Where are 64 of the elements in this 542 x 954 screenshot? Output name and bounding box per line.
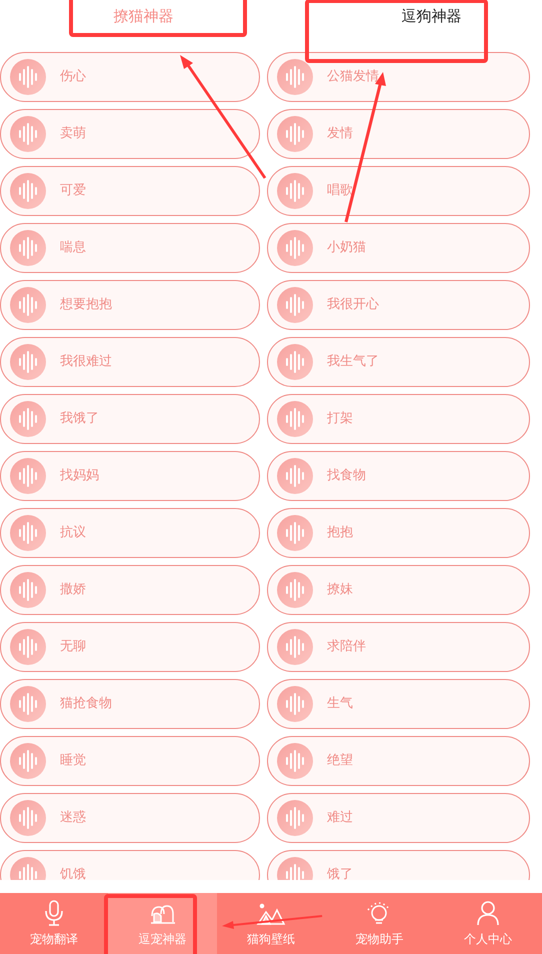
sound-wave-icon bbox=[277, 629, 313, 665]
mountain-icon bbox=[256, 902, 286, 926]
sound-button[interactable]: 撒娇 bbox=[0, 565, 260, 615]
sound-button[interactable]: 打架 bbox=[267, 394, 530, 444]
sound-wave-icon bbox=[277, 230, 313, 266]
sound-button[interactable]: 饥饿 bbox=[0, 850, 260, 880]
sound-button[interactable]: 难过 bbox=[267, 793, 530, 843]
sound-button[interactable]: 发情 bbox=[267, 109, 530, 159]
sound-button[interactable]: 找食物 bbox=[267, 451, 530, 501]
sound-button[interactable]: 喘息 bbox=[0, 223, 260, 273]
sound-wave-icon bbox=[277, 515, 313, 551]
sound-button[interactable]: 撩妹 bbox=[267, 565, 530, 615]
sound-button[interactable]: 伤心 bbox=[0, 52, 260, 102]
sound-wave-icon bbox=[10, 401, 46, 437]
nav-tab[interactable]: 逗宠神器 bbox=[108, 893, 217, 954]
category-tab[interactable]: 撩猫神器 bbox=[0, 0, 271, 28]
sound-button[interactable]: 卖萌 bbox=[0, 109, 260, 159]
sound-button[interactable]: 想要抱抱 bbox=[0, 280, 260, 330]
sound-button[interactable]: 抗议 bbox=[0, 508, 260, 558]
sound-button[interactable]: 我很难过 bbox=[0, 337, 260, 387]
sound-wave-icon bbox=[277, 743, 313, 779]
sound-wave-icon bbox=[10, 629, 46, 665]
sound-wave-icon bbox=[10, 743, 46, 779]
sound-wave-icon bbox=[277, 116, 313, 152]
sound-wave-icon bbox=[10, 344, 46, 380]
sound-button[interactable]: 求陪伴 bbox=[267, 622, 530, 672]
sound-wave-icon bbox=[277, 686, 313, 722]
sound-button[interactable]: 生气 bbox=[267, 679, 530, 729]
sound-wave-icon bbox=[277, 572, 313, 608]
person-icon bbox=[476, 900, 500, 926]
sound-wave-icon bbox=[277, 287, 313, 323]
sound-button[interactable]: 饿了 bbox=[267, 850, 530, 880]
sound-wave-icon bbox=[10, 458, 46, 494]
sound-button[interactable]: 无聊 bbox=[0, 622, 260, 672]
microphone-icon bbox=[44, 900, 64, 926]
category-tab[interactable]: 逗狗神器 bbox=[271, 0, 542, 28]
sound-button[interactable]: 找妈妈 bbox=[0, 451, 260, 501]
sound-wave-icon bbox=[10, 173, 46, 209]
sound-wave-icon bbox=[10, 116, 46, 152]
sound-wave-icon bbox=[10, 515, 46, 551]
sound-wave-icon bbox=[10, 686, 46, 722]
sound-wave-icon bbox=[10, 287, 46, 323]
sound-wave-icon bbox=[277, 401, 313, 437]
sound-wave-icon bbox=[10, 800, 46, 836]
sound-wave-icon bbox=[277, 59, 313, 95]
sound-button[interactable]: 抱抱 bbox=[267, 508, 530, 558]
sound-button[interactable]: 公猫发情 bbox=[267, 52, 530, 102]
sound-button[interactable]: 绝望 bbox=[267, 736, 530, 786]
sound-wave-icon bbox=[277, 800, 313, 836]
sound-button[interactable]: 我生气了 bbox=[267, 337, 530, 387]
sound-button[interactable]: 我饿了 bbox=[0, 394, 260, 444]
sound-button[interactable]: 睡觉 bbox=[0, 736, 260, 786]
sound-button[interactable]: 迷惑 bbox=[0, 793, 260, 843]
sound-button[interactable]: 我很开心 bbox=[267, 280, 530, 330]
sound-wave-icon bbox=[277, 458, 313, 494]
sound-wave-icon bbox=[10, 572, 46, 608]
sound-wave-icon bbox=[10, 59, 46, 95]
sound-button[interactable]: 可爱 bbox=[0, 166, 260, 216]
sound-button[interactable]: 小奶猫 bbox=[267, 223, 530, 273]
sound-wave-icon bbox=[10, 230, 46, 266]
sound-button[interactable]: 唱歌 bbox=[267, 166, 530, 216]
sound-button[interactable]: 猫抢食物 bbox=[0, 679, 260, 729]
sound-wave-icon bbox=[277, 344, 313, 380]
sound-wave-icon bbox=[277, 173, 313, 209]
